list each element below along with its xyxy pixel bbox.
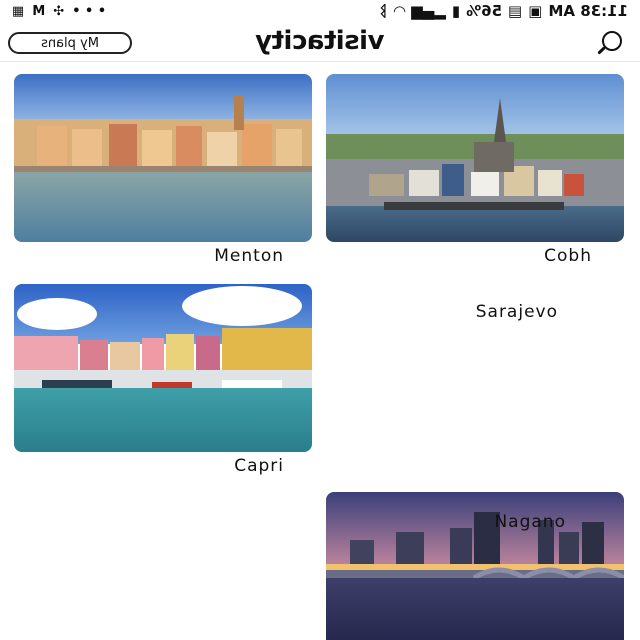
city-card-image-capri[interactable] xyxy=(14,284,312,452)
wifi-icon: ◠ xyxy=(393,2,406,20)
app-header: My plans visitacity xyxy=(0,22,640,62)
city-card-image-menton[interactable] xyxy=(14,74,312,242)
cobh-photo xyxy=(326,74,624,242)
search-icon-handle xyxy=(597,46,606,55)
status-battery: 56% xyxy=(466,2,503,20)
photo-icon: ▤ xyxy=(508,2,523,20)
app-screen: 11:38 AM ▣ ▤ 56% ▮ ▂▄▆ ◠ ᛒ • • • ✣ M ▦ M… xyxy=(0,0,640,640)
city-card-image-minneapolis[interactable] xyxy=(326,492,624,640)
more-dots-icon: • • • xyxy=(72,3,107,19)
mail-icon: M xyxy=(32,3,46,19)
city-card-image-cobh[interactable] xyxy=(326,74,624,242)
search-icon[interactable] xyxy=(596,28,626,58)
city-name-nagano[interactable]: Nagano xyxy=(494,512,566,532)
my-plans-button[interactable]: My plans xyxy=(8,32,132,54)
minneapolis-photo xyxy=(326,492,624,640)
city-name-capri[interactable]: Capri xyxy=(234,456,284,476)
city-name-menton[interactable]: Menton xyxy=(214,246,284,266)
status-left: 11:38 AM ▣ ▤ 56% ▮ ▂▄▆ ◠ ᛒ xyxy=(379,2,628,20)
image-icon: ▦ xyxy=(12,3,25,19)
status-time: 11:38 AM xyxy=(548,2,628,20)
visitacity-logo[interactable]: visitacity xyxy=(240,26,400,56)
city-name-cobh[interactable]: Cobh xyxy=(544,246,592,266)
battery-icon: ▮ xyxy=(451,2,461,20)
storage-icon: ▣ xyxy=(528,2,543,20)
signal-icon: ▂▄▆ xyxy=(411,2,446,20)
fan-icon: ✣ xyxy=(53,3,65,19)
status-right: • • • ✣ M ▦ xyxy=(12,4,106,19)
bluetooth-icon: ᛒ xyxy=(378,2,388,20)
menton-photo xyxy=(14,74,312,242)
status-bar: 11:38 AM ▣ ▤ 56% ▮ ▂▄▆ ◠ ᛒ • • • ✣ M ▦ xyxy=(0,0,640,22)
city-name-sarajevo[interactable]: Sarajevo xyxy=(476,302,558,322)
capri-photo xyxy=(14,284,312,452)
